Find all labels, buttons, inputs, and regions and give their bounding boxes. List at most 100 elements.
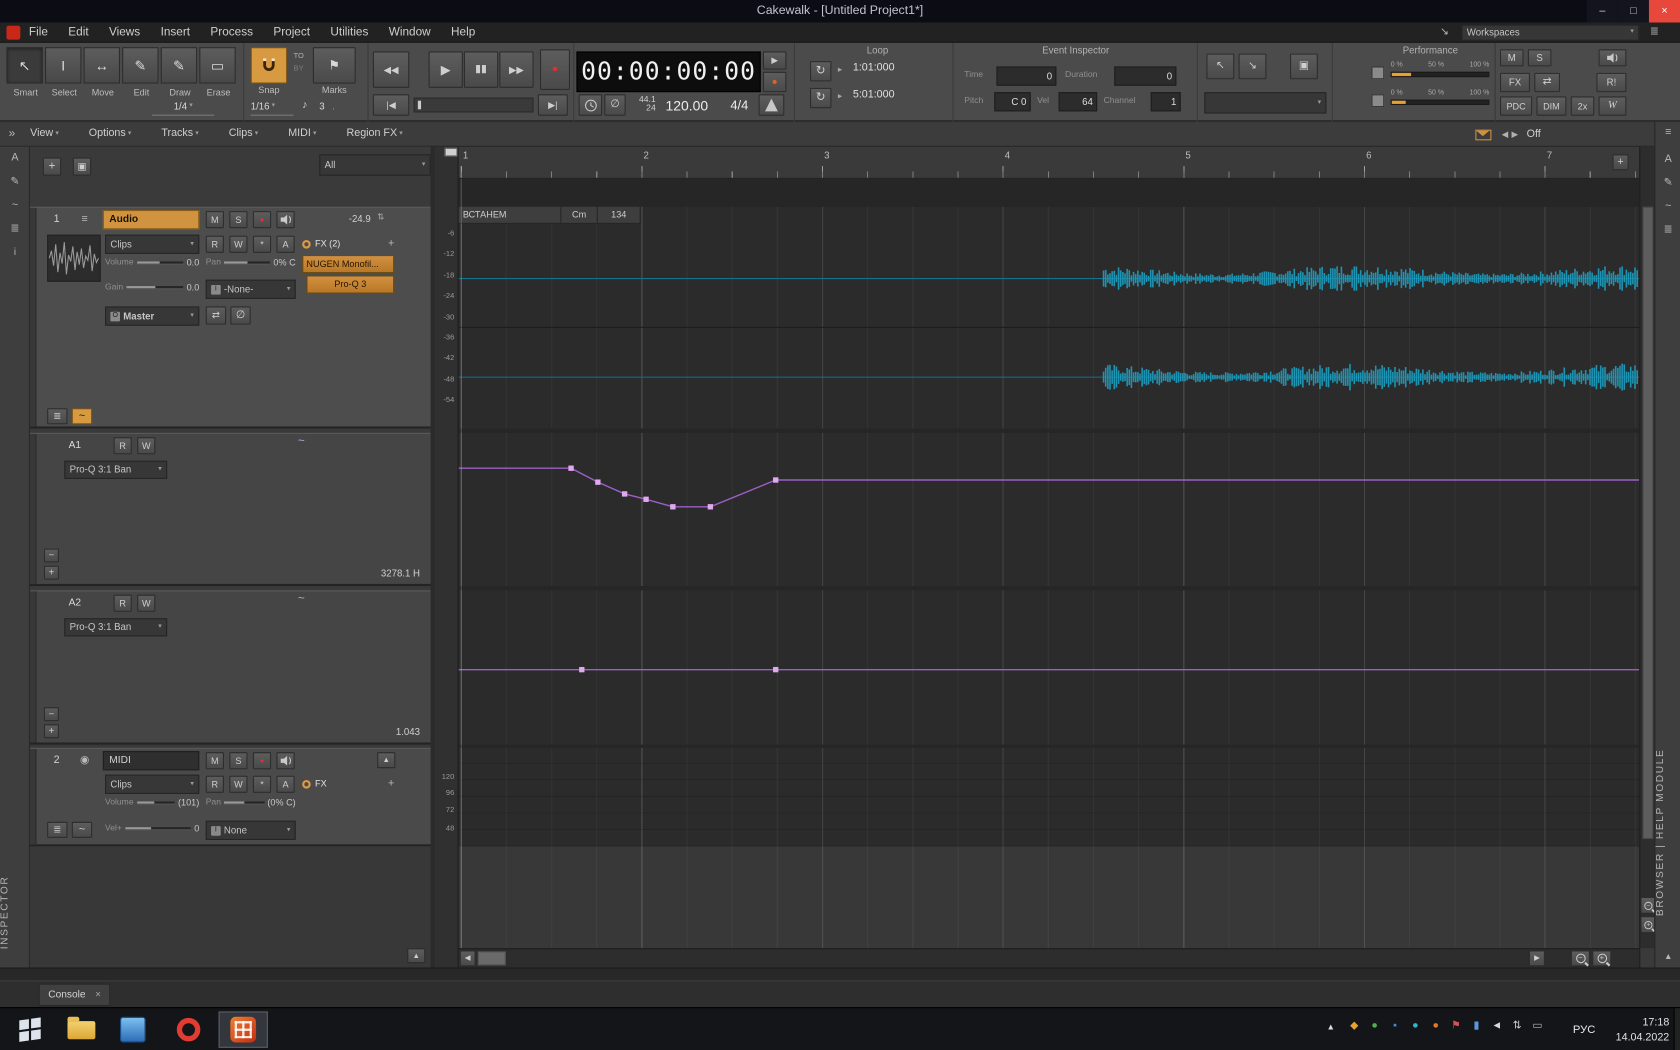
- tray-icon[interactable]: ◆: [1346, 1021, 1363, 1032]
- expand-strip-icon[interactable]: »: [9, 128, 16, 140]
- menu-item-edit[interactable]: Edit: [68, 27, 88, 39]
- view-tab-region-fx[interactable]: Region FX▾: [347, 129, 403, 140]
- scrollbar-thumb[interactable]: [1643, 207, 1654, 839]
- expand-icon[interactable]: ↘: [1440, 27, 1449, 38]
- global-fx-button[interactable]: FX: [1500, 73, 1530, 92]
- chevron-left-icon[interactable]: ◀: [1502, 130, 1509, 139]
- tool-button-move[interactable]: ↔Move: [84, 47, 120, 83]
- wave-icon[interactable]: ~: [0, 200, 30, 211]
- lane-read-button[interactable]: R: [114, 437, 132, 454]
- position-marker[interactable]: [418, 101, 421, 110]
- tray-icon[interactable]: ●: [1427, 1021, 1444, 1032]
- lane-write-button[interactable]: W: [137, 437, 155, 454]
- lane-zoom-in-button[interactable]: +: [44, 566, 59, 580]
- mute-button[interactable]: M: [206, 211, 224, 228]
- swap-button[interactable]: ⇄: [1534, 73, 1560, 92]
- menu-item-utilities[interactable]: Utilities: [330, 27, 368, 39]
- tray-icon[interactable]: ●: [1407, 1021, 1424, 1032]
- waveform-preview-button[interactable]: W: [1599, 96, 1627, 115]
- minimize-button[interactable]: –: [1587, 0, 1618, 23]
- pencil-icon[interactable]: ✎: [1655, 178, 1680, 189]
- archive-button[interactable]: A: [276, 236, 294, 253]
- snap-resolution-dropdown[interactable]: 1/16 ▾: [251, 99, 294, 116]
- meter-display[interactable]: 4/4: [724, 94, 754, 115]
- fast-forward-button[interactable]: ▶▶: [499, 51, 533, 87]
- record-arm-button[interactable]: ●: [253, 211, 271, 228]
- zoom-out-button[interactable]: −: [1571, 950, 1590, 966]
- panel-a-icon[interactable]: A: [1655, 154, 1680, 165]
- play-button[interactable]: ▶: [429, 51, 463, 87]
- velocity-control[interactable]: Vel+ 0: [105, 824, 199, 833]
- patch-point-button[interactable]: *: [253, 776, 271, 793]
- track-name[interactable]: Audio: [103, 210, 199, 229]
- global-mute-button[interactable]: M: [1500, 49, 1524, 66]
- pause-button[interactable]: ▮▮: [464, 51, 498, 87]
- add-fx-icon[interactable]: +: [388, 778, 394, 789]
- chevron-right-icon[interactable]: ▶: [1511, 130, 1518, 139]
- lane-zoom-in-button[interactable]: +: [44, 724, 59, 738]
- automation-lane-a2-header[interactable]: A2 R W ~ Pro-Q 3:1 Ban ▾ − + 1.043: [30, 590, 431, 744]
- volume-control[interactable]: Volume (101): [105, 798, 199, 807]
- automation-lanes-button[interactable]: ~: [72, 408, 92, 424]
- track-filter-dropdown[interactable]: All ▾: [319, 154, 430, 175]
- tray-icon[interactable]: ▮: [1468, 1021, 1485, 1032]
- tray-icon[interactable]: ◄: [1488, 1021, 1505, 1032]
- lane-grip[interactable]: [30, 591, 36, 742]
- wave-icon[interactable]: ~: [1655, 201, 1680, 212]
- pan-control[interactable]: Pan 0% C: [206, 258, 296, 267]
- ruler-options-button[interactable]: +: [1613, 154, 1629, 170]
- input-dropdown[interactable]: I -None- ▾: [206, 280, 296, 299]
- add-fx-icon[interactable]: +: [388, 238, 394, 249]
- clips-pane[interactable]: 1234567 + ВСТАНЕМ Cm 134 ◀ ▶: [459, 147, 1640, 968]
- snap-to-label[interactable]: TO: [294, 53, 304, 61]
- event-vel-value[interactable]: 64: [1059, 92, 1098, 111]
- show-desktop-button[interactable]: [1674, 1008, 1680, 1050]
- tool-button-erase[interactable]: ▭Erase: [199, 47, 235, 83]
- section-marker-tempo[interactable]: 134: [598, 207, 641, 224]
- view-tab-midi[interactable]: MIDI▾: [288, 129, 316, 140]
- pencil-icon[interactable]: ✎: [0, 177, 30, 188]
- tray-icon[interactable]: ⚑: [1448, 1021, 1465, 1032]
- view-tab-view[interactable]: View▾: [30, 129, 59, 140]
- set-loop-button[interactable]: ↻: [810, 88, 831, 108]
- write-automation-button[interactable]: W: [229, 776, 247, 793]
- loop-end-value[interactable]: 5:01:000: [853, 90, 895, 101]
- list-icon[interactable]: ≣: [0, 224, 30, 235]
- view-tab-clips[interactable]: Clips▾: [229, 129, 258, 140]
- mute-button[interactable]: M: [206, 752, 224, 769]
- screenset-dropdown[interactable]: ▾: [1204, 92, 1326, 113]
- panel-a-icon[interactable]: A: [0, 153, 30, 164]
- event-time-value[interactable]: 0: [996, 66, 1056, 85]
- vertical-zoom-out-button[interactable]: −: [1640, 897, 1655, 914]
- start-button[interactable]: [11, 1008, 50, 1050]
- power-icon[interactable]: [302, 239, 311, 248]
- list-icon[interactable]: ≣: [1650, 27, 1659, 38]
- automation-lane-a1-header[interactable]: A1 R W ~ Pro-Q 3:1 Ban ▾ − + 3278.1 H: [30, 433, 431, 586]
- now-time-marker[interactable]: [445, 148, 458, 157]
- language-indicator[interactable]: РУС: [1573, 1024, 1596, 1035]
- draw-resolution-dropdown[interactable]: 1/4 ▾: [152, 99, 214, 116]
- add-track-button[interactable]: +: [43, 158, 61, 176]
- 2x-button[interactable]: 2x: [1571, 96, 1595, 115]
- event-duration-value[interactable]: 0: [1114, 66, 1176, 85]
- menu-item-views[interactable]: Views: [109, 27, 140, 39]
- inspector-label[interactable]: INSPECTOR: [0, 867, 30, 959]
- event-channel-value[interactable]: 1: [1151, 92, 1181, 111]
- lane-parameter-dropdown[interactable]: Pro-Q 3:1 Ban ▾: [64, 618, 167, 636]
- info-icon[interactable]: i: [0, 248, 30, 258]
- section-marker-name[interactable]: ВСТАНЕМ: [459, 207, 562, 224]
- output-dropdown[interactable]: I None ▾: [206, 821, 296, 840]
- dock-right-button[interactable]: ↘: [1239, 54, 1267, 80]
- workspaces-dropdown[interactable]: Workspaces ▾: [1461, 25, 1639, 41]
- global-solo-button[interactable]: S: [1528, 49, 1552, 66]
- gain-control[interactable]: Gain 0.0: [105, 283, 199, 292]
- write-automation-button[interactable]: W: [229, 236, 247, 253]
- view-tab-options[interactable]: Options▾: [89, 129, 132, 140]
- taskbar-app-blue[interactable]: [114, 1008, 153, 1050]
- track-grip[interactable]: [30, 749, 36, 844]
- close-icon[interactable]: ×: [95, 990, 101, 1000]
- output-dropdown[interactable]: O Master ▾: [105, 306, 199, 325]
- go-to-start-button[interactable]: |◀: [373, 94, 409, 115]
- menu-item-help[interactable]: Help: [451, 27, 475, 39]
- lane-zoom-out-button[interactable]: −: [44, 707, 59, 721]
